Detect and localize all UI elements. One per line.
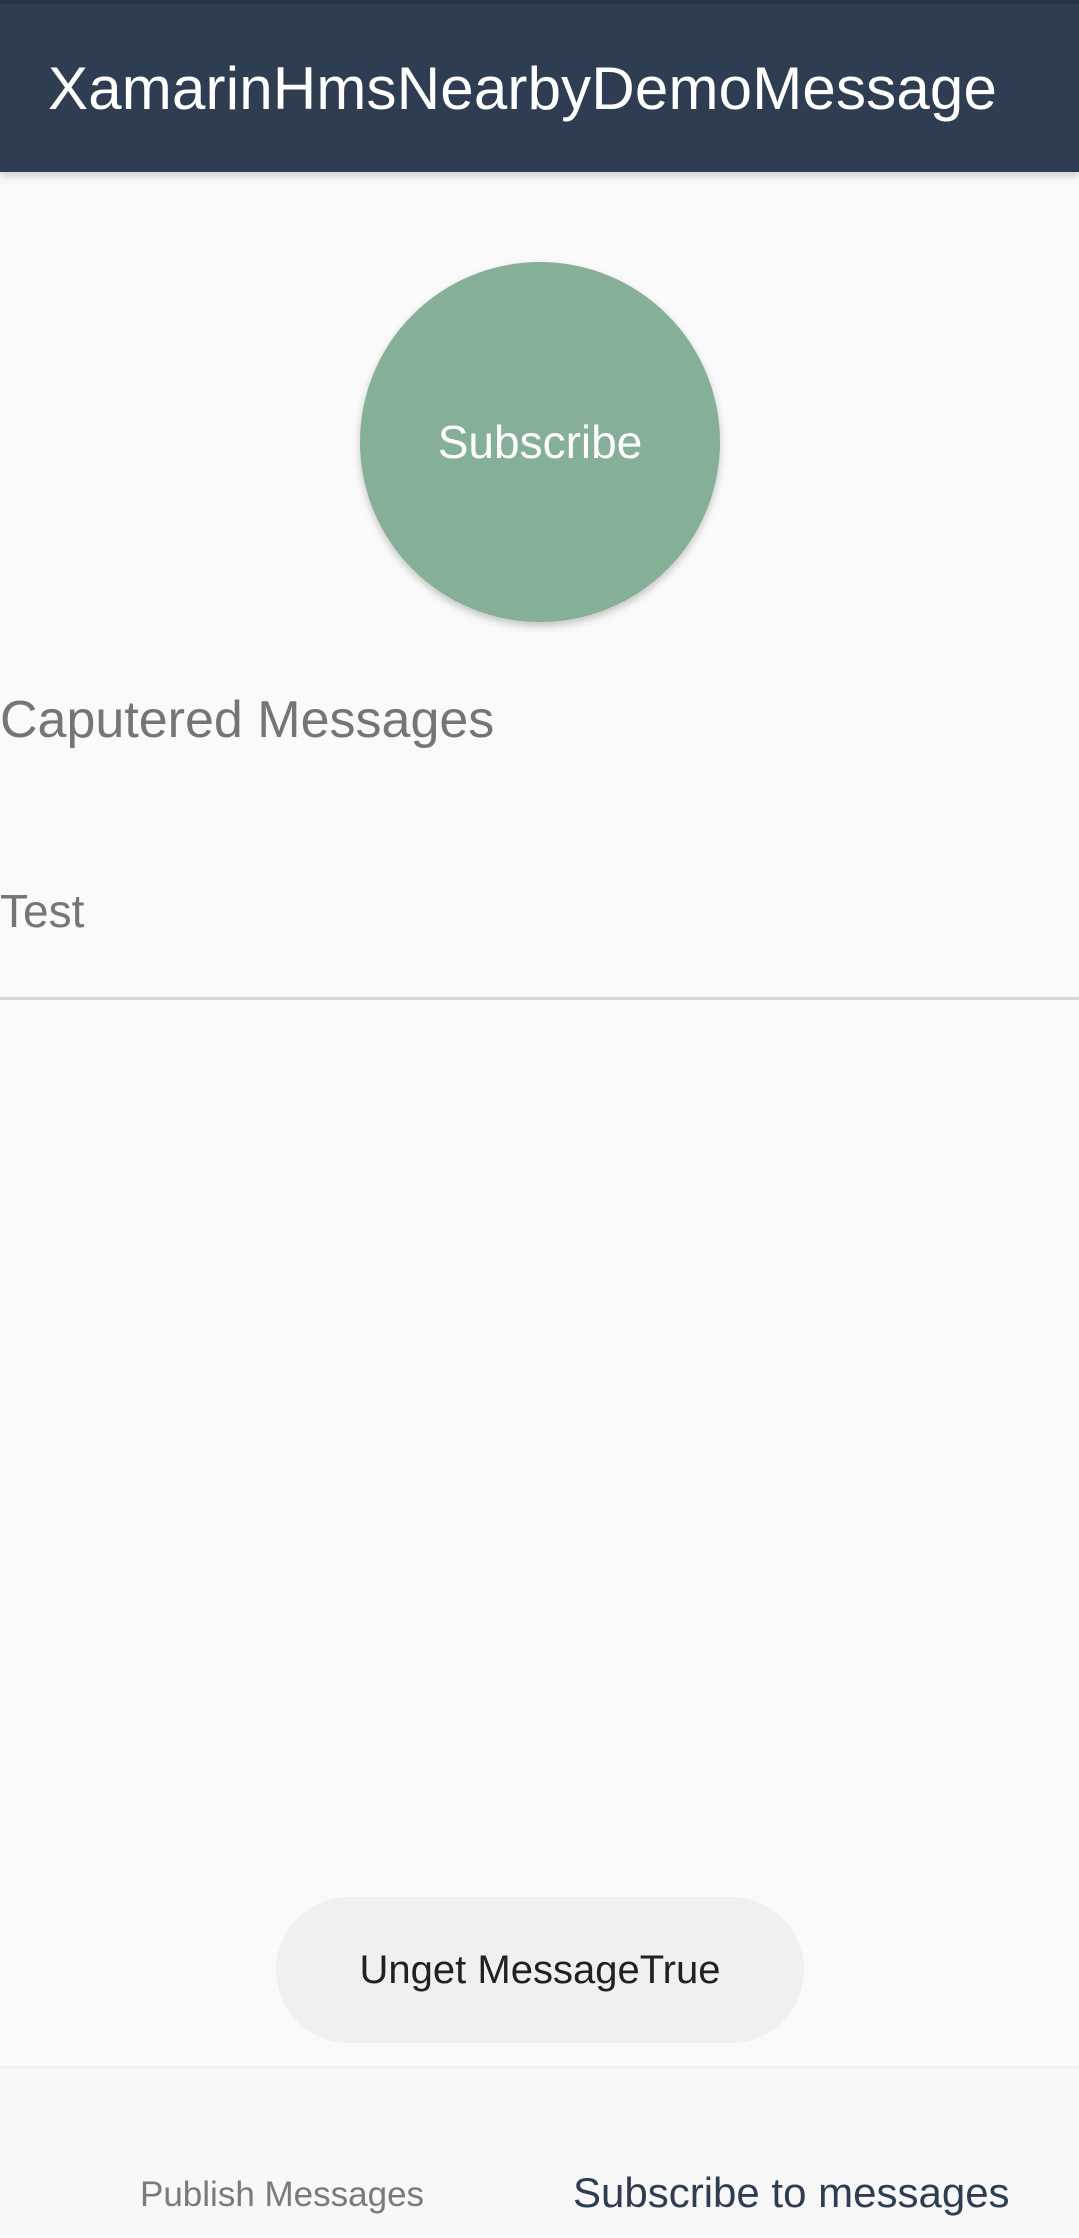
tab-publish-messages-label: Publish Messages (140, 2175, 425, 2214)
app-title: XamarinHmsNearbyDemoMessage (48, 55, 998, 122)
tab-subscribe-to-messages[interactable]: Subscribe to messages (540, 2069, 1079, 2238)
captured-messages-heading: Caputered Messages (0, 691, 495, 749)
subscribe-button[interactable]: Subscribe (360, 262, 720, 622)
subscribe-button-label: Subscribe (437, 416, 643, 468)
tab-subscribe-to-messages-label: Subscribe to messages (573, 2169, 1010, 2216)
message-text: Test (0, 885, 85, 937)
app-bar: XamarinHmsNearbyDemoMessage (0, 0, 1079, 172)
toast-text: Unget MessageTrue (359, 1947, 721, 1992)
bottom-navigation: Publish Messages Subscribe to messages (0, 2066, 1079, 2235)
list-item[interactable]: Test (0, 850, 1079, 1000)
message-list: Test (0, 850, 1079, 1000)
toast-message: Unget MessageTrue (276, 1897, 804, 2043)
tab-publish-messages[interactable]: Publish Messages (0, 2069, 540, 2238)
